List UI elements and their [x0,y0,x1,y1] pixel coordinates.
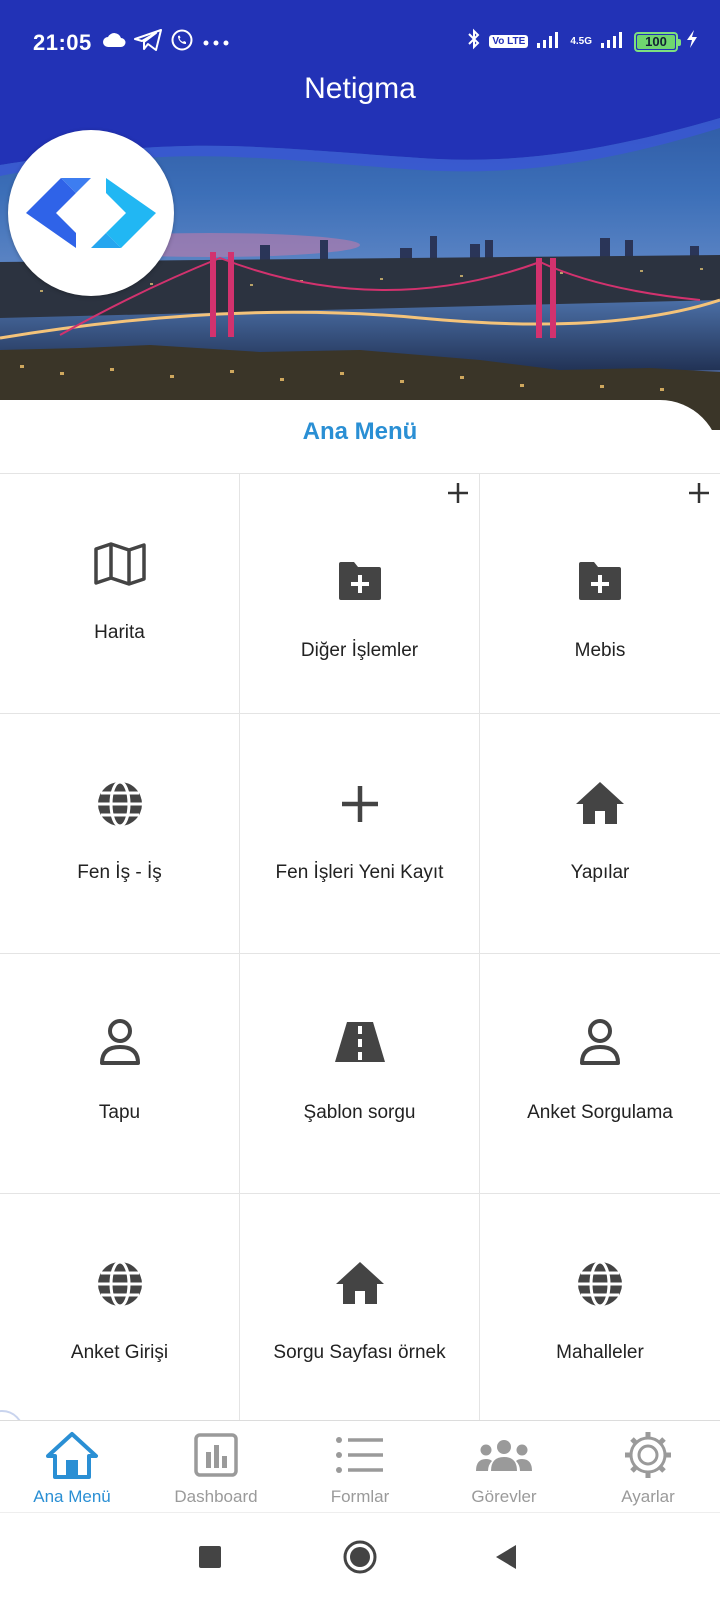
tile-diger-islemler[interactable]: Diğer İşlemler [240,474,480,714]
nav-dashboard[interactable]: Dashboard [144,1421,288,1512]
volte-icon: Vo LTE [489,35,529,48]
tile-mahalleler[interactable]: Mahalleler [480,1194,720,1422]
tile-label: Anket Girişi [70,1342,169,1363]
netigma-logo [8,130,174,296]
add-icon[interactable] [445,480,471,506]
nav-label: Formlar [330,1487,390,1506]
tile-label: Mahalleler [556,1342,644,1363]
home-icon [480,780,720,826]
tile-label: Tapu [98,1102,141,1123]
user-icon [0,1018,239,1066]
status-left-icons [102,28,230,57]
battery-icon: 100 [634,31,681,52]
tile-fen-isleri-yeni-kayit[interactable]: Fen İşleri Yeni Kayıt [240,714,480,954]
home-outline-icon [44,1429,100,1481]
tile-harita[interactable]: Harita [0,474,240,714]
tile-fen-is-is[interactable]: Fen İş - İş [0,714,240,954]
nav-ana-menu[interactable]: Ana Menü [0,1421,144,1512]
battery-level: 100 [645,34,667,49]
globe-icon [480,1260,720,1308]
status-time: 21:05 [33,30,92,55]
tile-anket-girisi[interactable]: Anket Girişi [0,1194,240,1422]
tile-label: Mebis [574,640,626,661]
recent-apps-icon[interactable] [188,1535,232,1579]
cloud-icon [102,32,126,53]
map-icon [0,542,239,586]
signal-icon [536,29,562,54]
home-icon [240,1260,479,1306]
tile-label: Fen İş - İş [77,862,162,883]
more-dots-icon [202,34,230,52]
tile-label: Sorgu Sayfası örnek [273,1342,446,1363]
signal-4.5g-icon [600,29,626,54]
nav-label: Ana Menü [33,1487,111,1506]
bottom-navigation: Ana Menü Dashboard Formlar Görevler Ayar… [0,1420,720,1512]
nav-label: Görevler [471,1487,537,1506]
folder-plus-icon [480,560,720,602]
tile-label: Anket Sorgulama [527,1102,673,1123]
nav-label: Dashboard [174,1487,258,1506]
tile-tapu[interactable]: Tapu [0,954,240,1194]
nav-gorevler[interactable]: Görevler [432,1421,576,1512]
charging-icon [686,29,698,54]
settings-icon [623,1429,673,1481]
header-hero: 21:05 Vo LTE 4.5G 100 Netigma [0,0,720,430]
add-icon[interactable] [686,480,712,506]
nav-formlar[interactable]: Formlar [288,1421,432,1512]
folder-plus-icon [240,560,479,602]
plus-icon [240,784,479,824]
globe-icon [0,1260,239,1308]
tile-label: Harita [94,622,145,643]
netigma-logo-icon [26,178,156,248]
status-right-icons: Vo LTE 4.5G 100 [467,28,698,55]
main-menu-card: Ana Menü Harita Diğer İşlemler Mebis Fen… [0,400,720,1422]
group-icon [475,1429,533,1481]
system-navigation-bar [0,1512,720,1600]
network-type-label: 4.5G [570,35,592,47]
nav-label: Ayarlar [621,1487,675,1506]
bluetooth-icon [467,28,481,55]
tile-sorgu-sayfasi-ornek[interactable]: Sorgu Sayfası örnek [240,1194,480,1422]
user-icon [480,1018,720,1066]
app-title: Netigma [304,72,416,105]
globe-icon [0,780,239,828]
tile-label: Şablon sorgu [303,1102,416,1123]
tile-yapilar[interactable]: Yapılar [480,714,720,954]
nav-ayarlar[interactable]: Ayarlar [576,1421,720,1512]
tile-mebis[interactable]: Mebis [480,474,720,714]
telegram-icon [134,29,162,56]
home-button-icon[interactable] [338,1535,382,1579]
tile-label: Yapılar [570,862,630,883]
road-icon [240,1020,479,1064]
tile-label: Fen İşleri Yeni Kayıt [275,862,444,883]
bar-chart-icon [193,1429,239,1481]
menu-grid: Harita Diğer İşlemler Mebis Fen İş - İş … [0,473,720,1422]
tile-anket-sorgulama[interactable]: Anket Sorgulama [480,954,720,1194]
tile-sablon-sorgu[interactable]: Şablon sorgu [240,954,480,1194]
list-icon [335,1429,385,1481]
back-icon[interactable] [484,1535,528,1579]
section-title: Ana Menü [302,418,418,445]
whatsapp-icon [170,28,194,57]
tile-label: Diğer İşlemler [300,640,419,661]
